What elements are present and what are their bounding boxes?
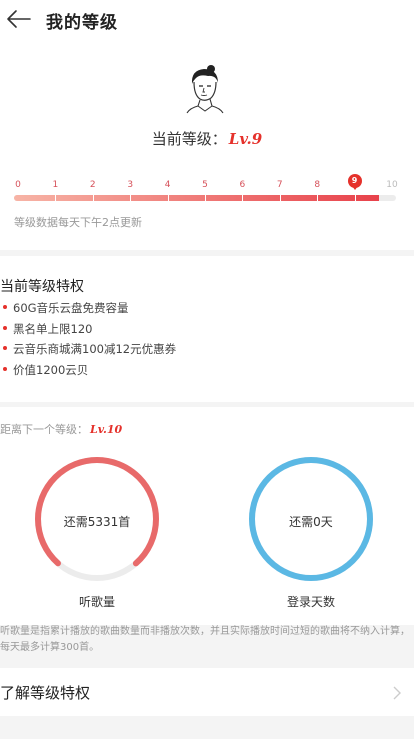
bar-segment-divider: [167, 195, 169, 201]
update-note: 等级数据每天下午2点更新: [14, 216, 142, 229]
privilege-item: 价值1200云贝: [0, 362, 176, 383]
level-ticks: 0 1 2 3 4 5 6 7 8 9 10: [0, 174, 414, 194]
privileges-section: 当前等级特权 60G音乐云盘免费容量 黑名单上限120 云音乐商城满100减12…: [0, 256, 414, 402]
level-tick-3: 3: [127, 180, 134, 190]
bar-segment-divider: [92, 195, 94, 201]
bar-segment-divider: [205, 195, 206, 201]
bar-segment-divider: [317, 195, 319, 201]
next-level-text: 距离下一个等级：: [0, 423, 88, 436]
next-level-label: 距离下一个等级： Lv.10: [0, 421, 122, 437]
top-bar: 我的等级: [0, 0, 414, 40]
login-remaining: 还需0天: [289, 515, 333, 529]
privilege-item: 60G音乐云盘免费容量: [0, 300, 176, 321]
listen-caption: 听歌量: [78, 595, 115, 609]
level-tick-4: 4: [164, 180, 171, 190]
chevron-right-icon: [393, 686, 401, 700]
learn-privileges-row[interactable]: 了解等级特权: [0, 668, 414, 716]
privilege-item: 云音乐商城满100减12元优惠券: [0, 341, 176, 362]
bar-segment-divider: [354, 195, 356, 201]
arrow-left-icon[interactable]: [6, 8, 32, 30]
bar-segment-divider: [279, 195, 281, 201]
level-tick-10: 10: [386, 180, 398, 190]
bar-segment-divider: [130, 195, 132, 201]
bar-segment-divider: [55, 195, 57, 201]
level-tick-0: 0: [15, 180, 21, 190]
level-tick-1: 1: [52, 180, 59, 190]
level-progress-fill: [14, 195, 379, 201]
learn-privileges-label: 了解等级特权: [0, 684, 91, 702]
avatar: [186, 65, 224, 114]
level-tick-8: 8: [314, 180, 321, 190]
listen-count-note: 听歌量是指累计播放的歌曲数量而非播放次数，并且实际播放时间过短的歌曲将不纳入计算…: [0, 626, 410, 653]
privilege-item: 黑名单上限120: [0, 321, 176, 342]
current-level-label: 当前等级：: [151, 130, 227, 148]
level-tick-2: 2: [89, 180, 96, 190]
listen-remaining: 还需5331首: [63, 515, 131, 529]
level-tick-7: 7: [276, 180, 283, 190]
level-tick-6: 6: [239, 180, 246, 190]
current-level: 当前等级： Lv.9: [0, 128, 414, 149]
next-level-value: Lv.10: [90, 423, 123, 436]
level-card: 当前等级： Lv.9 0 1 2 3 4 5 6 7 8 9 10 等级数据每天下午2点更新: [0, 40, 414, 250]
next-level-section: 距离下一个等级： Lv.10 还需5331首 听歌量 还需0天 登录天数: [0, 407, 414, 625]
bar-segment-divider: [242, 195, 244, 201]
privileges-list: 60G音乐云盘免费容量 黑名单上限120 云音乐商城满100减12元优惠券 价值…: [0, 300, 176, 382]
page-title: 我的等级: [46, 13, 118, 33]
level-progress-bar: [14, 195, 396, 201]
privileges-title: 当前等级特权: [0, 279, 84, 295]
level-tick-5: 5: [202, 180, 208, 190]
current-level-value: Lv.9: [228, 130, 263, 148]
level-tick-9: 9: [347, 174, 362, 190]
login-caption: 登录天数: [286, 595, 335, 609]
